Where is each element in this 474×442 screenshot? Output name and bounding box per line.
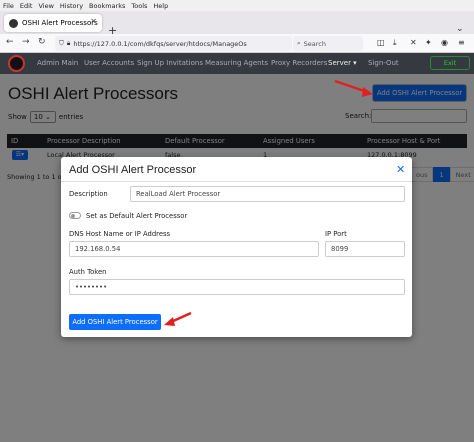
favicon-icon (9, 18, 18, 28)
dns-label: DNS Host Name or IP Address (69, 230, 171, 238)
tab-title: OSHI Alert Processors (22, 19, 98, 27)
nav-sign-out[interactable]: Sign-Out (368, 59, 399, 67)
nav-measuring-agents[interactable]: Measuring Agents (205, 59, 268, 67)
toggle-knob (71, 214, 75, 218)
chevron-down-icon[interactable]: ⌄ (456, 24, 464, 34)
token-label: Auth Token (69, 268, 107, 276)
nav-proxy-recorders[interactable]: Proxy Recorders (271, 59, 327, 67)
close-icon[interactable]: ✕ (396, 163, 405, 176)
menu-help[interactable]: Help (153, 2, 168, 10)
tab-strip: OSHI Alert Processors ✕ + ⌄ (0, 11, 474, 37)
menu-icon[interactable]: ≡ (458, 38, 465, 47)
menu-bookmarks[interactable]: Bookmarks (89, 2, 125, 10)
submit-label: Add OSHI Alert Processor (72, 318, 158, 326)
annotation-arrow-bottom (164, 311, 192, 326)
forward-icon[interactable]: → (22, 37, 30, 47)
default-toggle-label: Set as Default Alert Processor (86, 212, 188, 220)
annotation-arrow-top (334, 79, 373, 97)
puzzle-icon[interactable]: ✦ (425, 38, 432, 47)
back-icon[interactable]: ← (6, 37, 14, 47)
submit-button[interactable]: Add OSHI Alert Processor (69, 314, 161, 330)
nav-server-dropdown[interactable]: Server ▾ (328, 59, 357, 67)
lock-icon: 🔒︎ (66, 39, 71, 47)
browser-tab[interactable]: OSHI Alert Processors ✕ (4, 14, 102, 32)
shield-icon: ⛉ (59, 39, 64, 47)
menu-file[interactable]: File (3, 2, 14, 10)
menu-history[interactable]: History (60, 2, 83, 10)
nav-user-accounts[interactable]: User Accounts (84, 59, 134, 67)
default-toggle[interactable] (69, 212, 81, 219)
nav-sign-up-invitations[interactable]: Sign Up Invitations (137, 59, 203, 67)
x-extension-icon[interactable]: ✕ (410, 38, 417, 47)
search-icon: ⌕ (297, 39, 301, 47)
dns-input[interactable]: 192.168.0.54 (69, 241, 319, 257)
profile-icon[interactable]: ◉ (441, 38, 448, 47)
reload-icon[interactable]: ↻ (38, 37, 46, 47)
add-processor-modal: Add OSHI Alert Processor ✕ Description R… (61, 157, 412, 337)
browser-search[interactable]: ⌕ Search (293, 36, 363, 51)
description-label: Description (69, 190, 108, 198)
modal-divider (61, 181, 412, 182)
app-logo-icon[interactable] (8, 55, 25, 72)
url-text: https://127.0.0.1/com/dkfqs/server/htdoc… (73, 39, 247, 48)
token-input[interactable]: •••••••• (69, 279, 405, 295)
port-label: IP Port (325, 230, 347, 238)
close-icon[interactable]: ✕ (90, 17, 97, 26)
exit-label: Exit (443, 59, 457, 67)
menu-edit[interactable]: Edit (20, 2, 33, 10)
description-input[interactable]: RealLoad Alert Processor (130, 186, 405, 202)
dns-value: 192.168.0.54 (75, 245, 121, 253)
browser-toolbar: ← → ↻ ⛉ 🔒︎ https://127.0.0.1/com/dkfqs/s… (0, 34, 474, 53)
modal-title: Add OSHI Alert Processor (69, 164, 197, 176)
download-icon[interactable]: ⤓ (393, 38, 397, 48)
url-bar[interactable]: ⛉ 🔒︎ https://127.0.0.1/com/dkfqs/server/… (55, 36, 292, 51)
token-value: •••••••• (75, 283, 108, 291)
browser-menubar: File Edit View History Bookmarks Tools H… (0, 0, 474, 11)
pocket-icon[interactable]: ◫ (377, 38, 385, 47)
search-placeholder: Search (303, 39, 326, 48)
nav-admin-main[interactable]: Admin Main (37, 59, 78, 67)
app-navbar: Admin Main User Accounts Sign Up Invitat… (0, 53, 474, 74)
description-value: RealLoad Alert Processor (136, 190, 221, 198)
port-input[interactable]: 8099 (325, 241, 405, 257)
port-value: 8099 (331, 245, 349, 253)
menu-view[interactable]: View (38, 2, 53, 10)
exit-button[interactable]: Exit (430, 56, 470, 70)
menu-tools[interactable]: Tools (131, 2, 147, 10)
